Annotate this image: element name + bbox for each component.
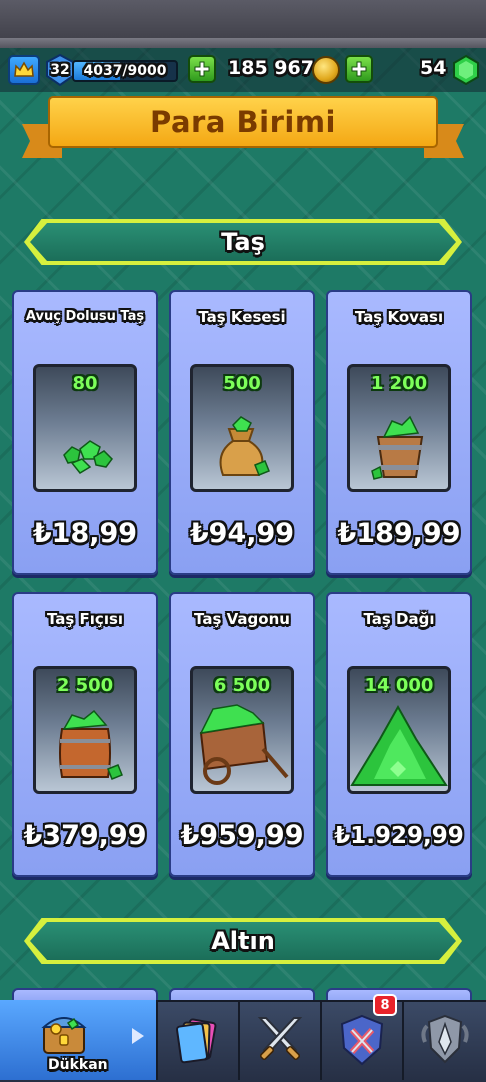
tab-battle[interactable]: [240, 1000, 322, 1080]
gem-barrel-icon: [59, 709, 123, 780]
offer-image: 1 200: [347, 364, 451, 492]
offer-price: ₺379,99: [23, 820, 147, 851]
xp-text: 4037/9000: [83, 63, 167, 79]
gold-coin-icon: [312, 56, 340, 84]
clan-shield-icon: [340, 1014, 384, 1066]
offer-price: ₺18,99: [32, 518, 138, 549]
gem-handful-icon: [63, 440, 113, 474]
top-strip: [0, 0, 486, 48]
section-banner-gold: Altın: [24, 918, 462, 964]
offer-price: ₺189,99: [337, 518, 461, 549]
offer-name: Taş Fıçısı: [46, 610, 124, 628]
add-gems-button[interactable]: [345, 55, 373, 83]
gem-bucket-icon: [371, 415, 424, 480]
plus-icon: [351, 61, 367, 77]
chevron-right-icon: [132, 1028, 144, 1044]
tab-cards[interactable]: [158, 1000, 240, 1080]
offer-card[interactable]: Taş Fıçısı 2 500 ₺379,99: [12, 592, 158, 877]
page-title-banner: Para Birimi: [22, 92, 464, 166]
cards-icon: [176, 1018, 217, 1064]
xp-bar: 4037/9000: [72, 60, 178, 82]
crossed-swords-icon: [257, 1017, 303, 1060]
offer-image: 500: [190, 364, 294, 492]
shop-chest-icon: [41, 1017, 87, 1054]
offer-name: Taş Kesesi: [198, 308, 286, 326]
offer-card[interactable]: Taş Kesesi 500 ₺94,99: [169, 290, 315, 575]
offer-name: Taş Vagonu: [194, 610, 290, 628]
gem-wagon-icon: [199, 704, 289, 785]
gem-mountain-icon: [350, 704, 448, 786]
offer-card[interactable]: Taş Vagonu 6 500 ₺959,99: [169, 592, 315, 877]
events-trophy-icon: [421, 1014, 469, 1064]
title-plate: Para Birimi: [48, 96, 438, 148]
section-title: Taş: [221, 228, 265, 256]
gems-amount: 54: [420, 57, 447, 79]
offer-image: 2 500: [33, 666, 137, 794]
tab-shop-label: Dükkan: [48, 1057, 108, 1073]
offer-name: Taş Kovası: [354, 308, 444, 326]
section-banner-gems: Taş: [24, 219, 462, 265]
gold-amount: 185 967: [228, 57, 314, 79]
section-title: Altın: [211, 927, 275, 955]
tab-events[interactable]: [404, 1000, 486, 1080]
page-title: Para Birimi: [150, 105, 336, 139]
gem-sack-icon: [219, 416, 270, 476]
offer-price: ₺959,99: [180, 820, 304, 851]
notification-badge: 8: [373, 994, 397, 1016]
offer-image: 6 500: [190, 666, 294, 794]
plus-icon: [194, 61, 210, 77]
add-gold-button[interactable]: [188, 55, 216, 83]
offer-name: Taş Dağı: [363, 610, 435, 628]
offer-name: Avuç Dolusu Taş: [25, 309, 145, 324]
gem-icon: [453, 55, 479, 85]
offer-price: ₺94,99: [189, 518, 295, 549]
offer-card[interactable]: Taş Dağı 14 000 ₺1.929,99: [326, 592, 472, 877]
offer-card[interactable]: Avuç Dolusu Taş 80 ₺18,99: [12, 290, 158, 575]
offer-price: ₺1.929,99: [334, 823, 464, 849]
offer-image: 80: [33, 364, 137, 492]
offer-image: 14 000: [347, 666, 451, 794]
level-number: 32: [50, 62, 70, 78]
crown-icon[interactable]: [8, 55, 40, 85]
offer-card[interactable]: Taş Kovası 1 200 ₺189,99: [326, 290, 472, 575]
